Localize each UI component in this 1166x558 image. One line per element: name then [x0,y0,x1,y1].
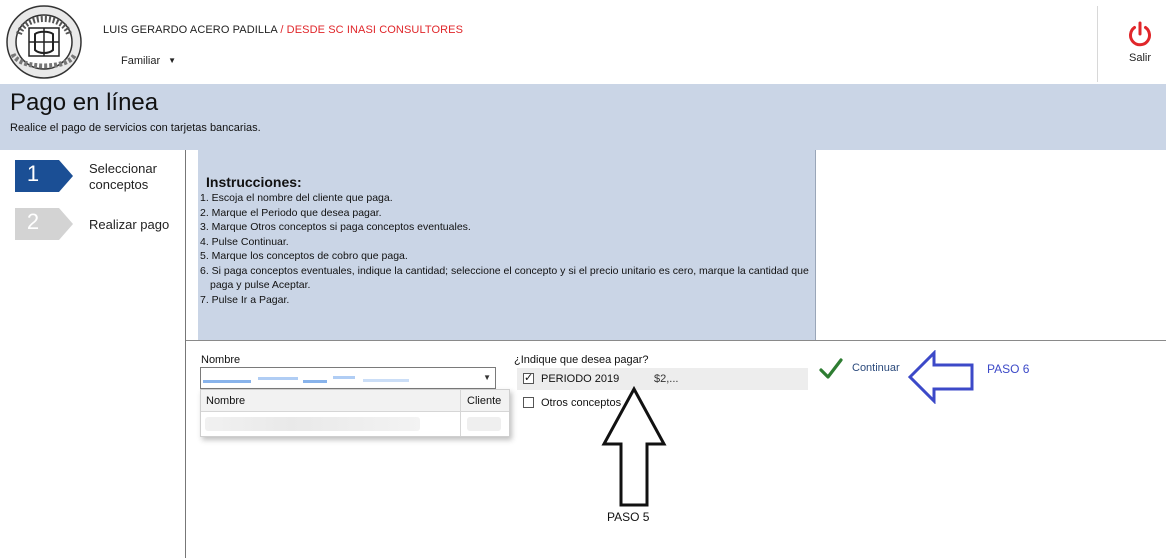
nombre-dropdown-list: Nombre Cliente [200,389,510,437]
redacted-client [467,417,501,431]
checkmark-icon [819,358,843,379]
step-2-label: Realizar pago [89,217,170,232]
paso-6-annotation: PASO 6 [987,362,1030,376]
caret-down-icon: ▼ [168,56,177,65]
profile-dropdown[interactable]: Familiar ▼ [121,55,176,67]
instructions-border [815,150,816,340]
title-band: Pago en línea Realice el pago de servici… [0,84,1166,150]
pagar-label: ¿Indique que desea pagar? [514,354,649,366]
instruction-item: 3. Marque Otros conceptos si paga concep… [200,221,471,233]
instructions-list: 1. Escoja el nombre del cliente que paga… [198,191,810,307]
instruction-item: 1. Escoja el nombre del cliente que paga… [200,192,393,204]
step-1-label: Seleccionar conceptos [89,161,157,192]
redacted-value [203,376,409,383]
power-icon [1129,21,1151,47]
logout-label: Salir [1128,52,1151,64]
instruction-item: 7. Pulse Ir a Pagar. [200,293,290,306]
user-name: LUIS GERARDO ACERO PADILLA [103,24,278,36]
step-1-number: 1 [26,161,40,186]
step-1[interactable]: 1 Seleccionar conceptos [15,160,180,200]
profile-label: Familiar [121,55,161,67]
periodo-checkbox[interactable]: ✓ [523,372,534,384]
dropdown-option[interactable] [201,413,509,435]
instruction-item: 5. Marque los conceptos de cobro que pag… [200,250,408,262]
page-title: Pago en línea [10,89,159,116]
step-2-number: 2 [26,209,40,234]
arrow-left-annotation-icon [907,350,974,404]
periodo-amount: $2,... [654,373,679,385]
instruction-item: 6. Si paga conceptos eventuales, indique… [200,264,809,292]
instructions-title: Instrucciones: [206,174,302,190]
steps-sidebar: 1 Seleccionar conceptos 2 Realizar pago [0,150,185,558]
column-header-cliente: Cliente [467,395,502,407]
user-organization: / DESDE SC INASI CONSULTORES [277,24,464,36]
school-logo [5,4,83,80]
continuar-button[interactable]: Continuar [818,356,913,382]
nombre-label: Nombre [201,354,241,366]
chevron-down-icon: ▼ [483,373,491,382]
logout-button[interactable]: Salir [1120,20,1160,72]
check-icon: ✓ [524,372,534,384]
user-identity: LUIS GERARDO ACERO PADILLA / DESDE SC IN… [103,24,463,36]
step-2[interactable]: 2 Realizar pago [15,208,180,248]
otros-checkbox[interactable] [523,397,534,408]
instructions-panel: Instrucciones: 1. Escoja el nombre del c… [198,150,815,340]
instruction-item: 4. Pulse Continuar. [200,235,289,248]
app-header: LUIS GERARDO ACERO PADILLA / DESDE SC IN… [0,0,1166,84]
paso-5-annotation: PASO 5 [607,510,650,524]
column-header-nombre: Nombre [206,395,246,407]
redacted-name [205,417,420,431]
arrow-up-annotation-icon [601,386,667,507]
nombre-select[interactable]: ▼ [200,367,496,389]
content-divider [186,340,1166,341]
dropdown-header: Nombre Cliente [201,390,509,412]
sidebar-divider [185,150,186,558]
instruction-item: 2. Marque el Periodo que desea pagar. [200,206,382,219]
periodo-label: PERIODO 2019 [541,373,620,385]
page-subtitle: Realice el pago de servicios con tarjeta… [10,122,261,134]
header-divider [1097,6,1098,82]
continuar-label: Continuar [852,362,900,374]
